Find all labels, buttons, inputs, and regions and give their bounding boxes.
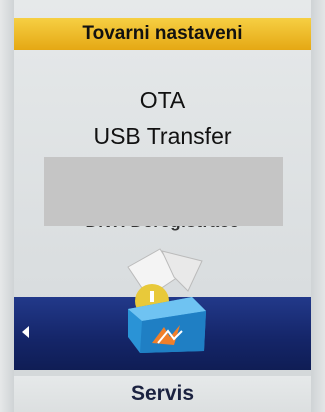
menu-item-usb-transfer[interactable]: USB Transfer (14, 123, 311, 150)
redacted-region (44, 157, 283, 226)
left-edge (0, 0, 14, 412)
service-box-icon (127, 248, 206, 353)
left-arrow-icon[interactable] (22, 326, 29, 338)
menu-header: Tovarni nastaveni (14, 18, 311, 50)
right-edge (311, 0, 325, 412)
category-label-text: Servis (130, 382, 195, 405)
menu-title: Tovarni nastaveni (82, 23, 243, 44)
menu-item-ota[interactable]: OTA (14, 87, 311, 114)
category-label: Servis (14, 376, 311, 412)
